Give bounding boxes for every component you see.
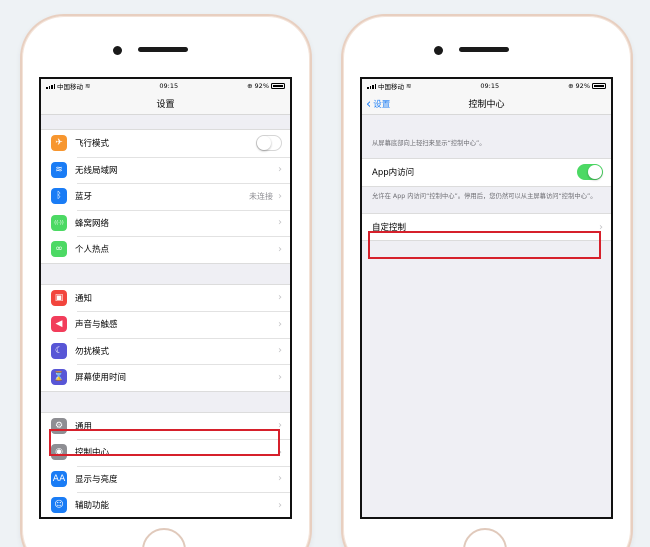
settings-row-label: 显示与亮度 [75, 474, 118, 485]
moon-icon: ☾ [51, 342, 67, 359]
lock-rotation-icon: ⊕ [568, 82, 574, 90]
front-camera [113, 46, 122, 55]
chevron-right-icon: › [278, 499, 282, 511]
nav-bar: ‹ 设置 控制中心 [362, 93, 611, 115]
app-access-group: App内访问 [362, 158, 611, 187]
settings-row-control-center[interactable]: ◉ 控制中心 › [41, 439, 290, 466]
carrier: 中国移动 [378, 83, 404, 91]
settings-row-gear[interactable]: ⚙ 通用 › [41, 413, 290, 440]
phone-frame-right: 中国移动 ≋ 09:15 ⊕ 92% ‹ 设置 控制中心 从屏幕底部向上轻扫来显… [341, 14, 633, 547]
cellular-icon: ((·)) [51, 214, 67, 231]
chevron-right-icon: › [278, 292, 282, 304]
settings-row-sound[interactable]: ◀ 声音与触感 › [41, 311, 290, 338]
wifi-status-icon: ≋ [406, 82, 412, 90]
customize-group: 自定控制 › [362, 212, 611, 242]
settings-row-cellular[interactable]: ((·)) 蜂窝网络 › [41, 209, 290, 237]
page-title: 控制中心 [468, 100, 505, 110]
battery-percent: 92% [575, 82, 590, 90]
lock-rotation-icon: ⊕ [247, 82, 253, 90]
back-label: 设置 [373, 100, 391, 110]
nav-bar: 设置 [41, 93, 290, 115]
accessibility-icon: ☺ [51, 497, 67, 514]
settings-row-label: 勿扰模式 [75, 346, 110, 357]
settings-screen: 中国移动 ≋ 09:15 ⊕ 92% 设置 ✈ 飞行模式 ≋ 无线局域网 › ᛒ 蓝牙 未连接… [39, 77, 292, 519]
app-access-note: 允许在 App 内访问“控制中心”。停用后，您仍然可以从主屏幕访问“控制中心”。 [372, 192, 597, 200]
settings-row-accessibility[interactable]: ☺ 辅助功能 › [41, 492, 290, 517]
display-icon: AA [51, 470, 67, 487]
clock: 09:15 [480, 82, 500, 90]
airplane-icon: ✈ [51, 135, 67, 152]
settings-row-label: 蓝牙 [75, 192, 93, 203]
signal-icon [367, 83, 376, 89]
status-bar: 中国移动 ≋ 09:15 ⊕ 92% [41, 79, 290, 93]
back-button[interactable]: ‹ 设置 [366, 93, 390, 115]
customize-controls-row[interactable]: 自定控制 › [362, 214, 611, 241]
front-camera [434, 46, 443, 55]
app-access-label: App内访问 [372, 168, 415, 179]
chevron-left-icon: ‹ [366, 96, 372, 112]
chevron-right-icon: › [278, 318, 282, 330]
clock: 09:15 [159, 82, 179, 90]
hotspot-icon: ∞ [51, 241, 67, 258]
battery-percent: 92% [254, 82, 269, 90]
chevron-right-icon: › [278, 164, 282, 176]
chevron-right-icon: › [278, 190, 282, 202]
chevron-right-icon: › [278, 371, 282, 383]
airplane-mode-toggle[interactable] [256, 135, 282, 152]
settings-row-label: 声音与触感 [75, 320, 118, 331]
wifi-status-icon: ≋ [85, 82, 91, 90]
settings-row-label: 个人热点 [75, 245, 110, 256]
app-access-toggle[interactable] [577, 164, 603, 181]
customize-controls-label: 自定控制 [372, 223, 407, 233]
gear-icon: ⚙ [51, 417, 67, 434]
home-button[interactable] [142, 528, 186, 547]
settings-row-wifi[interactable]: ≋ 无线局域网 › [41, 156, 290, 184]
settings-row-label: 蜂窝网络 [75, 218, 110, 229]
chevron-right-icon: › [278, 345, 282, 357]
signal-icon [46, 83, 55, 89]
control-center-icon: ◉ [51, 444, 67, 461]
settings-row-hourglass[interactable]: ⌛ 屏幕使用时间 › [41, 364, 290, 391]
wifi-icon: ≋ [51, 161, 67, 178]
hourglass-icon: ⌛ [51, 369, 67, 386]
earpiece-speaker [459, 47, 509, 52]
earpiece-speaker [138, 47, 188, 52]
app-access-row: App内访问 [362, 159, 611, 186]
settings-row-bluetooth[interactable]: ᛒ 蓝牙 未连接 › [41, 183, 290, 210]
swipe-hint: 从屏幕底部向上轻扫来显示“控制中心”。 [372, 140, 486, 147]
settings-row-display[interactable]: AA 显示与亮度 › [41, 465, 290, 493]
chevron-right-icon: › [278, 217, 282, 229]
carrier: 中国移动 [57, 83, 83, 91]
home-button[interactable] [463, 528, 507, 547]
settings-group-notifications: ▣ 通知 › ◀ 声音与触感 › ☾ 勿扰模式 › ⌛ 屏幕使用时间 › [41, 283, 290, 392]
chevron-right-icon: › [278, 420, 282, 432]
settings-row-moon[interactable]: ☾ 勿扰模式 › [41, 337, 290, 365]
status-bar: 中国移动 ≋ 09:15 ⊕ 92% [362, 79, 611, 93]
settings-row-label: 无线局域网 [75, 165, 118, 176]
settings-group-connectivity: ✈ 飞行模式 ≋ 无线局域网 › ᛒ 蓝牙 未连接 › ((·)) 蜂窝网络 › ∞ 个人热点 › [41, 129, 290, 264]
bluetooth-icon: ᛒ [51, 188, 67, 205]
settings-row-label: 通知 [75, 293, 93, 304]
settings-row-hotspot[interactable]: ∞ 个人热点 › [41, 236, 290, 263]
settings-row-value: 未连接 [249, 191, 273, 201]
settings-row-notification[interactable]: ▣ 通知 › [41, 285, 290, 312]
settings-row-label: 屏幕使用时间 [75, 373, 127, 384]
settings-group-general: ⚙ 通用 › ◉ 控制中心 › AA 显示与亮度 › ☺ 辅助功能 › [41, 411, 290, 517]
chevron-right-icon: › [278, 473, 282, 485]
settings-row-label: 控制中心 [75, 448, 110, 459]
settings-row-label: 辅助功能 [75, 501, 110, 512]
chevron-right-icon: › [278, 243, 282, 255]
settings-row-airplane[interactable]: ✈ 飞行模式 [41, 130, 290, 157]
sound-icon: ◀ [51, 316, 67, 333]
control-center-screen: 中国移动 ≋ 09:15 ⊕ 92% ‹ 设置 控制中心 从屏幕底部向上轻扫来显… [360, 77, 613, 519]
chevron-right-icon: › [278, 446, 282, 458]
settings-row-label: 通用 [75, 421, 93, 432]
page-title: 设置 [156, 100, 175, 110]
battery-icon [592, 83, 606, 89]
phone-frame-left: 中国移动 ≋ 09:15 ⊕ 92% 设置 ✈ 飞行模式 ≋ 无线局域网 › ᛒ 蓝牙 未连接… [20, 14, 312, 547]
settings-row-label: 飞行模式 [75, 139, 110, 150]
battery-icon [271, 83, 285, 89]
chevron-right-icon: › [599, 221, 603, 233]
notification-icon: ▣ [51, 289, 67, 306]
